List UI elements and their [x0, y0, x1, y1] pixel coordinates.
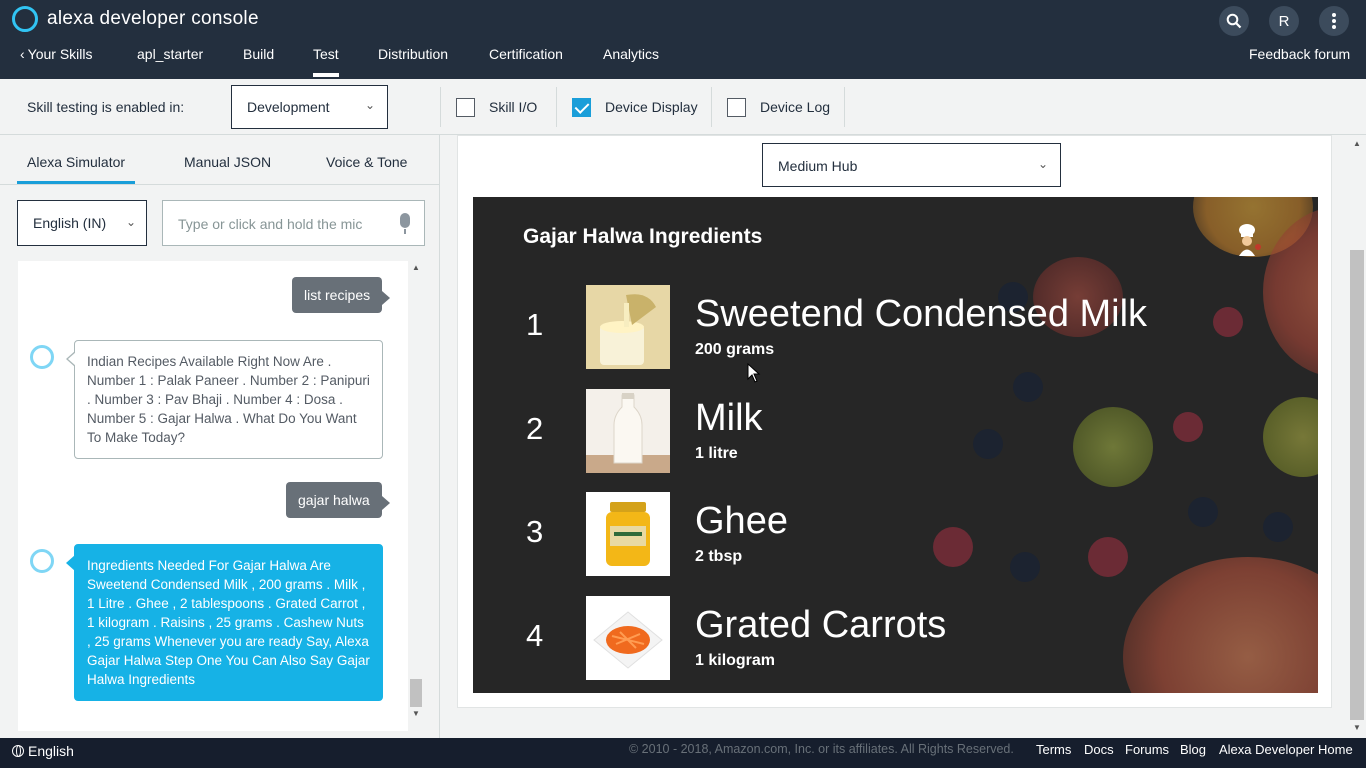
page-scrollbar[interactable]: ▲ ▼: [1349, 135, 1366, 738]
device-log-label[interactable]: Device Log: [760, 99, 830, 115]
avatar[interactable]: R: [1269, 6, 1299, 36]
copyright-text: © 2010 - 2018, Amazon.com, Inc. or its a…: [629, 742, 1014, 756]
skill-io-label[interactable]: Skill I/O: [489, 99, 537, 115]
ingredient-quantity: 2 tbsp: [695, 548, 743, 565]
nav-your-skills[interactable]: ‹ Your Skills: [20, 46, 93, 62]
utterance-placeholder: Type or click and hold the mic: [178, 216, 363, 232]
ingredient-row[interactable]: 2 Milk 1 litre: [473, 389, 1318, 473]
search-button[interactable]: [1219, 6, 1249, 36]
footer-language[interactable]: English: [12, 743, 74, 759]
search-icon: [1226, 13, 1242, 29]
simulator-tabs: Alexa Simulator Manual JSON Voice & Tone: [0, 135, 440, 185]
device-select-value: Medium Hub: [778, 158, 858, 174]
footer-link-forums[interactable]: Forums: [1125, 742, 1169, 757]
stage-select-value: Development: [247, 99, 330, 115]
locale-select[interactable]: English (IN) ⌄: [17, 200, 147, 246]
simulator-panel: Alexa Simulator Manual JSON Voice & Tone…: [0, 135, 440, 738]
footer-link-alexa-developer-home[interactable]: Alexa Developer Home: [1219, 742, 1353, 757]
chef-logo-icon: [1239, 224, 1261, 256]
footer-link-docs[interactable]: Docs: [1084, 742, 1114, 757]
footer-link-terms[interactable]: Terms: [1036, 742, 1071, 757]
nav-skill-name[interactable]: apl_starter: [137, 46, 203, 62]
device-log-checkbox[interactable]: [727, 98, 746, 117]
ingredient-number: 4: [526, 618, 544, 653]
scroll-up-icon[interactable]: ▲: [1353, 139, 1361, 148]
ingredient-row[interactable]: 4 Grated Carrots 1 kilogram: [473, 596, 1318, 680]
divider: [711, 87, 712, 127]
nav-analytics[interactable]: Analytics: [603, 46, 659, 62]
apl-display-screen[interactable]: Gajar Halwa Ingredients 1 Sweetend Conde…: [473, 197, 1318, 693]
ingredient-name: Milk: [695, 397, 763, 439]
ingredient-quantity: 1 kilogram: [695, 652, 776, 669]
device-display-label[interactable]: Device Display: [605, 99, 698, 115]
utterance-input[interactable]: Type or click and hold the mic: [162, 200, 425, 246]
mouse-cursor-icon: [747, 363, 761, 383]
scroll-down-icon[interactable]: ▼: [1353, 723, 1361, 732]
chevron-down-icon: ⌄: [364, 98, 375, 112]
milk-bottle-image: [586, 389, 670, 473]
skill-io-checkbox[interactable]: [456, 98, 475, 117]
footer-link-blog[interactable]: Blog: [1180, 742, 1206, 757]
nav-build[interactable]: Build: [243, 46, 274, 62]
nav-test[interactable]: Test: [313, 46, 339, 77]
footer: English © 2010 - 2018, Amazon.com, Inc. …: [0, 738, 1366, 768]
page-scrollbar-thumb[interactable]: [1350, 250, 1364, 720]
ingredient-number: 3: [526, 514, 544, 549]
ingredient-row[interactable]: 3 Ghee 2 tbsp: [473, 492, 1318, 576]
chevron-left-icon: ‹: [20, 46, 25, 62]
alexa-ring-icon: [30, 549, 54, 573]
scroll-up-icon[interactable]: ▲: [412, 263, 420, 272]
tab-voice-tone[interactable]: Voice & Tone: [326, 154, 407, 170]
tab-manual-json[interactable]: Manual JSON: [184, 154, 271, 170]
divider: [844, 87, 845, 127]
nav-feedback-forum[interactable]: Feedback forum: [1249, 46, 1350, 62]
stage-select[interactable]: Development ⌄: [231, 85, 388, 129]
ingredient-quantity: 1 litre: [695, 445, 738, 462]
grated-carrots-image: [586, 596, 670, 680]
ingredient-name: Sweetend Condensed Milk: [695, 293, 1148, 335]
chevron-down-icon: ⌄: [1037, 157, 1048, 171]
app-title[interactable]: alexa developer console: [47, 8, 259, 30]
ingredient-number: 1: [526, 307, 544, 342]
user-message: gajar halwa: [286, 482, 390, 518]
alexa-logo-icon[interactable]: [12, 6, 38, 32]
chat-history[interactable]: list recipes Indian Recipes Available Ri…: [18, 261, 408, 731]
chevron-down-icon: ⌄: [125, 215, 136, 229]
device-select[interactable]: Medium Hub ⌄: [762, 143, 1061, 187]
ghee-jar-image: [586, 492, 670, 576]
ingredient-name: Grated Carrots: [695, 604, 947, 646]
more-menu-button[interactable]: [1319, 6, 1349, 36]
user-message: list recipes: [292, 277, 391, 313]
chat-scrollbar-thumb[interactable]: [410, 679, 422, 707]
kebab-menu-icon: [1332, 13, 1336, 29]
microphone-icon[interactable]: [400, 213, 410, 234]
scroll-down-icon[interactable]: ▼: [412, 709, 420, 718]
testing-enabled-label: Skill testing is enabled in:: [27, 99, 185, 115]
alexa-message-latest: Ingredients Needed For Gajar Halwa Are S…: [66, 544, 383, 701]
nav-certification[interactable]: Certification: [489, 46, 563, 62]
test-toolbar: Skill testing is enabled in: Development…: [0, 79, 1366, 135]
globe-icon: [12, 745, 24, 757]
divider: [556, 87, 557, 127]
alexa-ring-icon: [30, 345, 54, 369]
device-display-card: Medium Hub ⌄ Gajar Halwa Ingredients 1 S…: [457, 135, 1332, 708]
divider: [440, 87, 441, 127]
locale-select-value: English (IN): [33, 215, 107, 231]
ingredient-quantity: 200 grams: [695, 341, 775, 358]
ingredient-number: 2: [526, 411, 544, 446]
ingredient-row[interactable]: 1 Sweetend Condensed Milk 200 grams: [473, 285, 1318, 369]
display-title: Gajar Halwa Ingredients: [523, 225, 763, 248]
chat-scrollbar[interactable]: ▲ ▼: [409, 261, 423, 721]
device-panel: Medium Hub ⌄ Gajar Halwa Ingredients 1 S…: [441, 135, 1349, 738]
nav-distribution[interactable]: Distribution: [378, 46, 448, 62]
condensed-milk-image: [586, 285, 670, 369]
alexa-message: Indian Recipes Available Right Now Are .…: [66, 340, 383, 459]
device-display-checkbox[interactable]: [572, 98, 591, 117]
top-header: alexa developer console R ‹ Your Skills a…: [0, 0, 1366, 79]
tab-alexa-simulator[interactable]: Alexa Simulator: [16, 154, 136, 184]
ingredient-name: Ghee: [695, 500, 788, 542]
